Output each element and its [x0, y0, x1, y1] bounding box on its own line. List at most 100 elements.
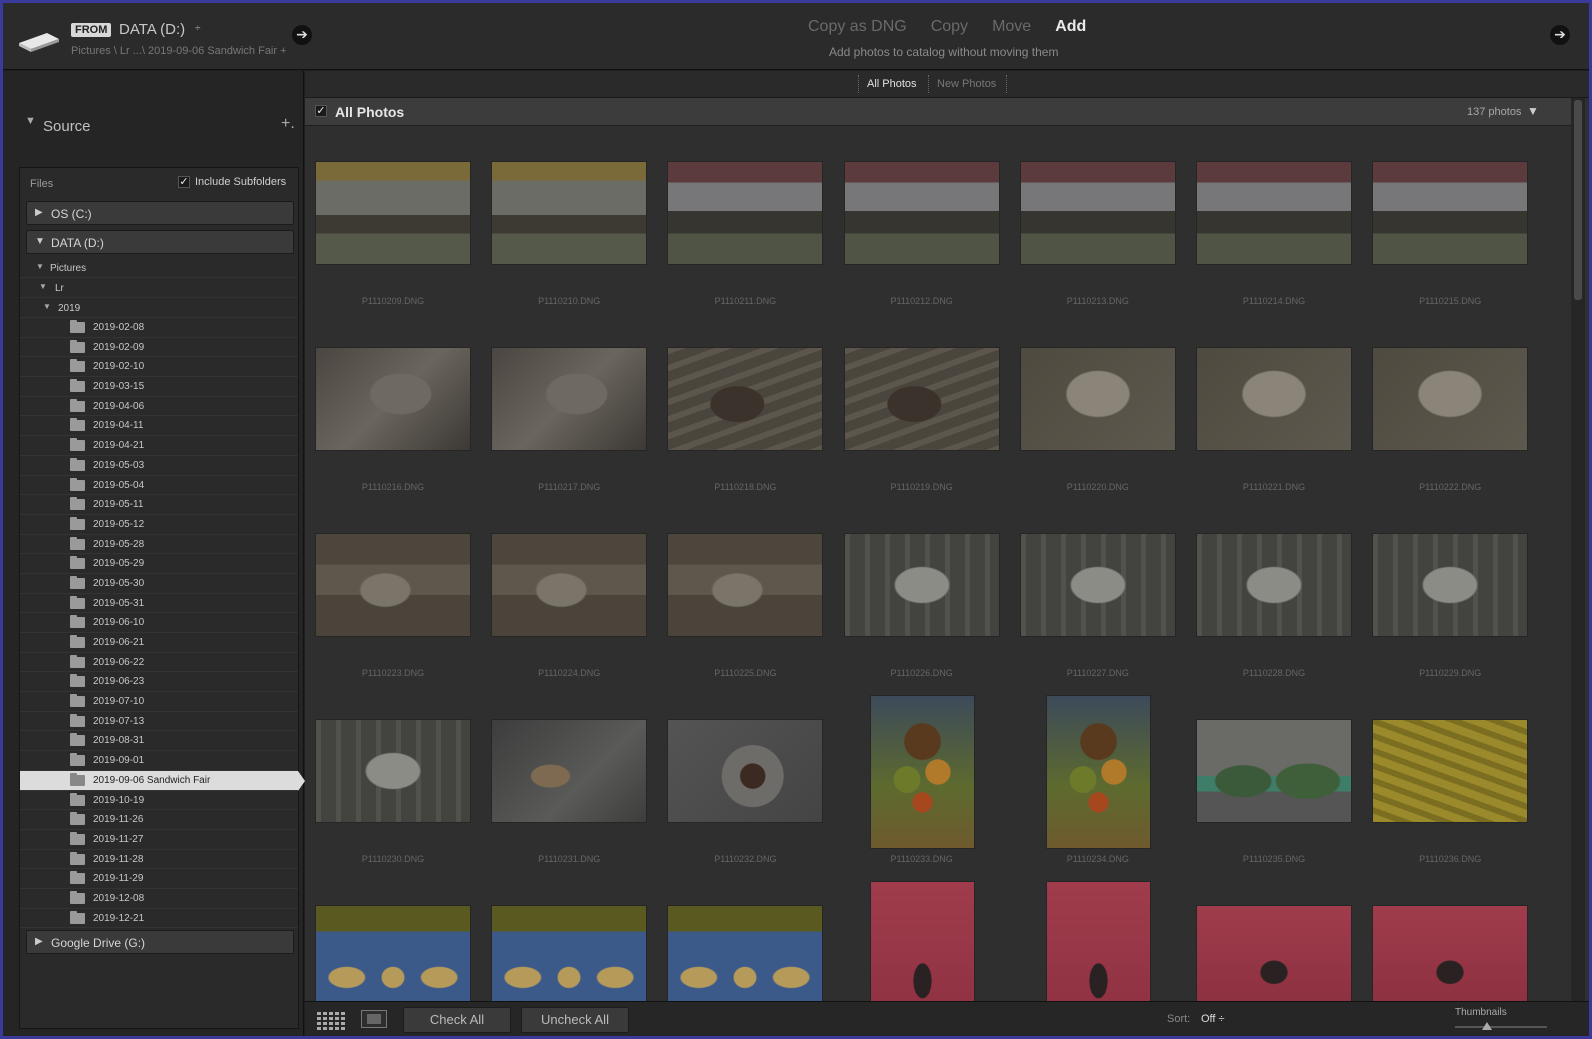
- photo-thumbnail[interactable]: [870, 882, 974, 1001]
- photo-thumbnail[interactable]: [1046, 696, 1150, 848]
- tree-item-2019[interactable]: ▼ 2019: [20, 298, 298, 318]
- photo-thumbnail[interactable]: [668, 720, 823, 822]
- mode-move[interactable]: Move: [992, 18, 1031, 36]
- tab-new-photos[interactable]: New Photos: [937, 78, 996, 90]
- photo-thumbnail-cell[interactable]: P1110212.DNG: [834, 127, 1010, 313]
- collapse-triangle-icon[interactable]: ▼: [25, 115, 36, 127]
- folder-item[interactable]: 2019-07-13: [20, 712, 298, 732]
- photo-thumbnail-cell[interactable]: P1110229.DNG: [1362, 499, 1538, 685]
- collapse-triangle-icon[interactable]: ▼: [36, 262, 44, 271]
- source-panel-header[interactable]: ▼ Source +.: [3, 111, 304, 141]
- photo-thumbnail-cell[interactable]: [1010, 871, 1186, 1001]
- photo-thumbnail[interactable]: [668, 348, 823, 450]
- photo-thumbnail[interactable]: [316, 906, 470, 1001]
- folder-item[interactable]: 2019-05-11: [20, 495, 298, 515]
- volume-google-drive-g[interactable]: ▶ Google Drive (G:): [26, 930, 294, 954]
- photo-thumbnail-cell[interactable]: [1186, 871, 1362, 1001]
- photo-thumbnail-cell[interactable]: P1110209.DNG: [305, 127, 481, 313]
- folder-item[interactable]: 2019-05-12: [20, 515, 298, 535]
- destination-arrow-icon[interactable]: ➔: [1550, 25, 1570, 45]
- tab-all-photos[interactable]: All Photos: [867, 78, 917, 90]
- folder-item[interactable]: 2019-12-21: [20, 909, 298, 929]
- photo-thumbnail[interactable]: [844, 534, 999, 636]
- photo-thumbnail-cell[interactable]: P1110224.DNG: [481, 499, 657, 685]
- folder-item[interactable]: 2019-11-27: [20, 830, 298, 850]
- photo-thumbnail[interactable]: [844, 348, 999, 450]
- thumbnail-size-slider[interactable]: [1455, 1022, 1547, 1030]
- scrollbar-thumb[interactable]: [1574, 100, 1582, 300]
- photo-thumbnail-cell[interactable]: P1110236.DNG: [1362, 685, 1538, 871]
- photo-thumbnail[interactable]: [492, 906, 647, 1001]
- folder-item[interactable]: 2019-05-29: [20, 554, 298, 574]
- photo-thumbnail-cell[interactable]: [305, 871, 481, 1001]
- tree-item-lr[interactable]: ▼ Lr: [20, 278, 298, 298]
- photo-thumbnail-cell[interactable]: P1110235.DNG: [1186, 685, 1362, 871]
- source-drive-selector[interactable]: DATA (D:): [119, 21, 185, 38]
- volume-data-d[interactable]: ▼ DATA (D:): [26, 230, 294, 254]
- photo-thumbnail-cell[interactable]: P1110232.DNG: [657, 685, 833, 871]
- photo-thumbnail-cell[interactable]: P1110228.DNG: [1186, 499, 1362, 685]
- photo-thumbnail-cell[interactable]: P1110227.DNG: [1010, 499, 1186, 685]
- photo-thumbnail-cell[interactable]: [481, 871, 657, 1001]
- photo-thumbnail-cell[interactable]: [657, 871, 833, 1001]
- photo-thumbnail[interactable]: [1197, 720, 1351, 822]
- collapse-triangle-icon[interactable]: ▼: [1527, 104, 1539, 118]
- folder-item[interactable]: 2019-09-01: [20, 751, 298, 771]
- folder-item[interactable]: 2019-11-26: [20, 810, 298, 830]
- folder-item[interactable]: 2019-06-10: [20, 613, 298, 633]
- folder-item[interactable]: 2019-04-11: [20, 416, 298, 437]
- photo-thumbnail[interactable]: [870, 696, 974, 848]
- photo-thumbnail[interactable]: [668, 162, 823, 264]
- mode-copy[interactable]: Copy: [931, 18, 968, 36]
- photo-thumbnail[interactable]: [492, 162, 647, 264]
- folder-item[interactable]: 2019-05-04: [20, 476, 298, 496]
- photo-thumbnail[interactable]: [1020, 348, 1175, 450]
- collapse-triangle-icon[interactable]: ▼: [43, 302, 51, 311]
- select-all-checkbox-icon[interactable]: ✓: [315, 105, 327, 117]
- loupe-view-icon[interactable]: [361, 1010, 387, 1028]
- photo-thumbnail[interactable]: [316, 534, 470, 636]
- mode-copy-as-dng[interactable]: Copy as DNG: [808, 18, 907, 36]
- add-source-icon[interactable]: +.: [281, 115, 295, 133]
- photo-thumbnail-cell[interactable]: P1110215.DNG: [1362, 127, 1538, 313]
- photo-thumbnail[interactable]: [1046, 882, 1150, 1001]
- photo-thumbnail-cell[interactable]: P1110226.DNG: [834, 499, 1010, 685]
- folder-item[interactable]: 2019-06-22: [20, 653, 298, 673]
- folder-item[interactable]: 2019-11-28: [20, 850, 298, 870]
- photo-thumbnail[interactable]: [492, 534, 647, 636]
- folder-item[interactable]: 2019-11-29: [20, 869, 298, 889]
- photo-thumbnail-cell[interactable]: P1110234.DNG: [1010, 685, 1186, 871]
- folder-item[interactable]: 2019-06-21: [20, 633, 298, 653]
- folder-item[interactable]: 2019-05-31: [20, 594, 298, 614]
- photo-thumbnail-cell[interactable]: P1110222.DNG: [1362, 313, 1538, 499]
- grid-scrollbar[interactable]: [1571, 98, 1585, 1001]
- folder-item[interactable]: 2019-05-03: [20, 456, 298, 476]
- tree-item-pictures[interactable]: ▼ Pictures: [20, 258, 298, 278]
- slider-knob-icon[interactable]: [1482, 1022, 1493, 1030]
- folder-item[interactable]: 2019-03-15: [20, 377, 298, 397]
- expand-triangle-icon[interactable]: ▶: [35, 207, 43, 218]
- photo-thumbnail-cell[interactable]: P1110220.DNG: [1010, 313, 1186, 499]
- drive-dropdown-icon[interactable]: ÷: [195, 23, 201, 34]
- photo-thumbnail[interactable]: [492, 720, 647, 822]
- photo-thumbnail[interactable]: [1373, 720, 1528, 822]
- photo-thumbnail[interactable]: [1197, 906, 1351, 1001]
- folder-item[interactable]: 2019-08-31: [20, 731, 298, 752]
- photo-thumbnail[interactable]: [1373, 162, 1528, 264]
- photo-thumbnail[interactable]: [1373, 534, 1528, 636]
- folder-item[interactable]: 2019-06-23: [20, 672, 298, 693]
- volume-os-c[interactable]: ▶ OS (C:): [26, 201, 294, 225]
- include-subfolders-toggle[interactable]: ✓ Include Subfolders: [178, 176, 286, 188]
- photo-thumbnail-cell[interactable]: P1110230.DNG: [305, 685, 481, 871]
- photo-thumbnail[interactable]: [316, 720, 470, 822]
- photo-thumbnail[interactable]: [668, 906, 823, 1001]
- photo-thumbnail[interactable]: [1197, 348, 1351, 450]
- photo-thumbnail[interactable]: [492, 348, 647, 450]
- photo-thumbnail[interactable]: [1020, 534, 1175, 636]
- collapse-triangle-icon[interactable]: ▼: [39, 282, 47, 291]
- photo-thumbnail[interactable]: [1197, 162, 1351, 264]
- photo-thumbnail[interactable]: [1373, 348, 1528, 450]
- photo-thumbnail-cell[interactable]: [834, 871, 1010, 1001]
- folder-item[interactable]: 2019-10-19: [20, 791, 298, 811]
- sort-dropdown[interactable]: Off ÷: [1201, 1013, 1225, 1025]
